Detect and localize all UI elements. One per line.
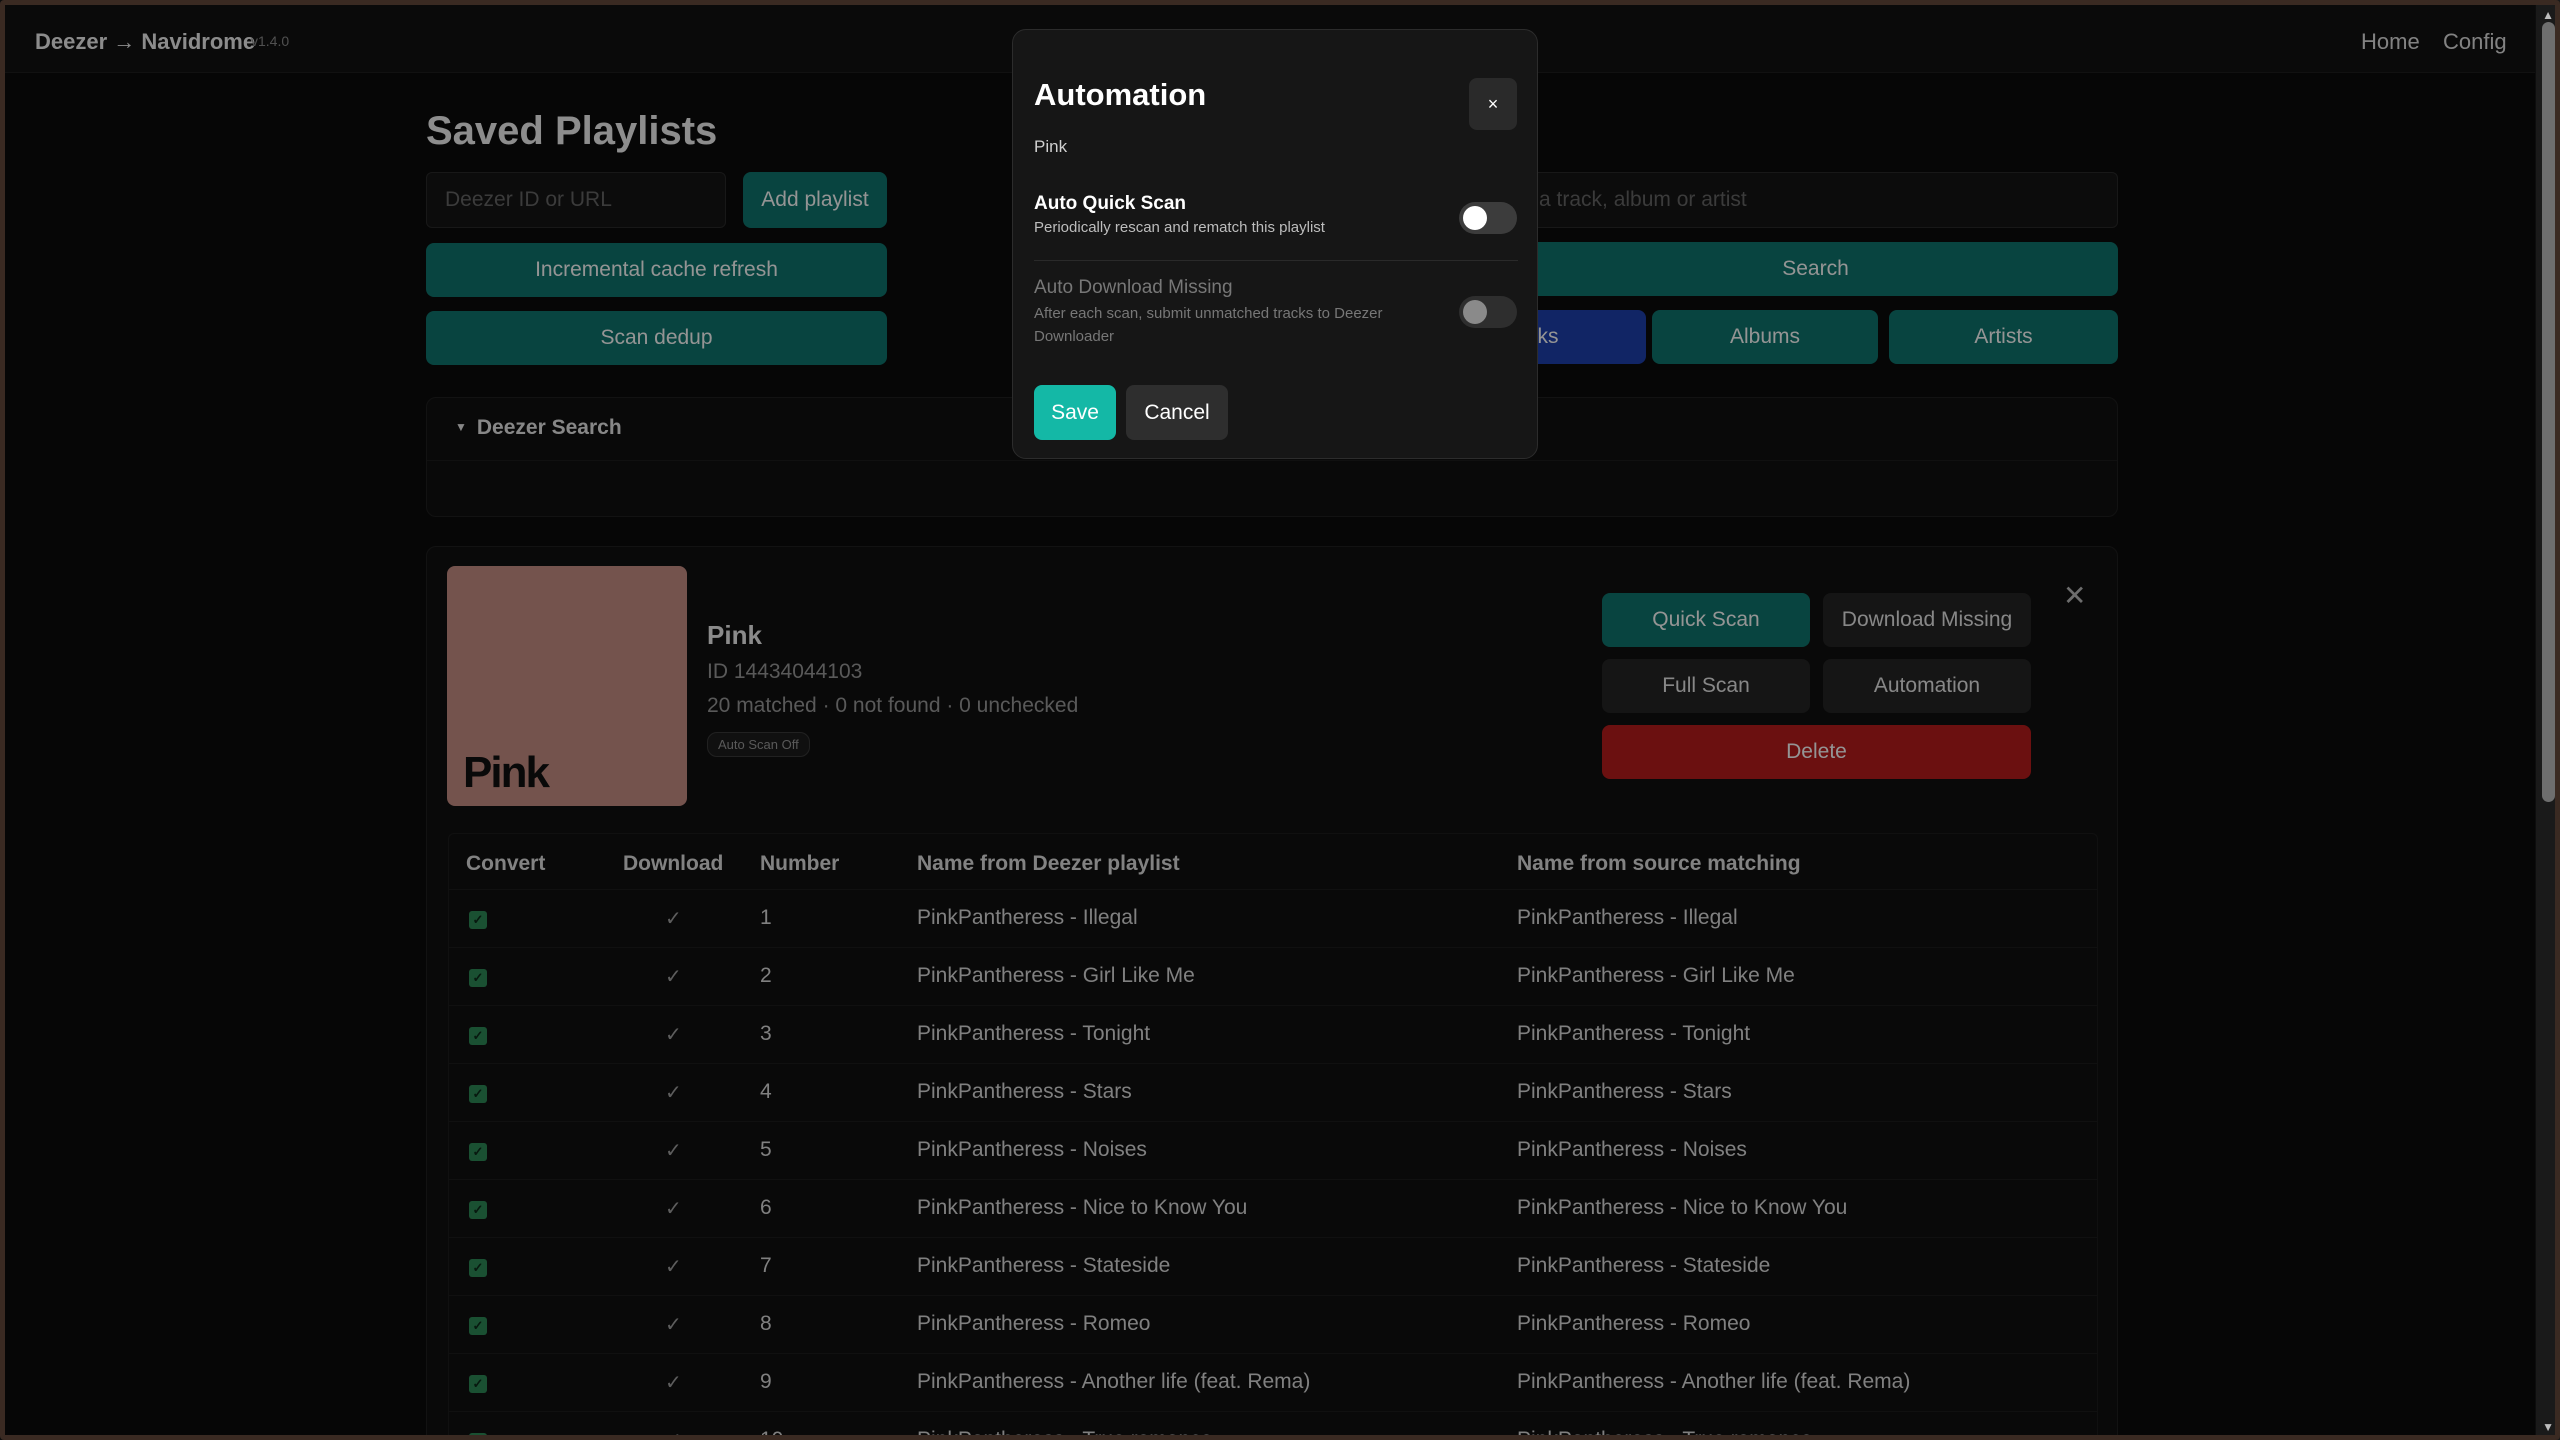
auto-download-missing-toggle[interactable] (1459, 296, 1517, 328)
scrollbar-thumb[interactable] (2542, 22, 2555, 802)
auto-download-missing-title: Auto Download Missing (1034, 277, 1233, 298)
modal-close-button[interactable]: × (1469, 78, 1517, 130)
cancel-button[interactable]: Cancel (1126, 385, 1228, 440)
vertical-scrollbar[interactable]: ▲ ▼ (2536, 0, 2560, 1440)
modal-title: Automation (1034, 77, 1207, 112)
auto-quick-scan-desc: Periodically rescan and rematch this pla… (1034, 219, 1325, 236)
scroll-down-icon[interactable]: ▼ (2542, 1420, 2554, 1434)
automation-modal: Automation × Pink Auto Quick Scan Period… (1012, 29, 1538, 459)
modal-playlist-name: Pink (1034, 137, 1068, 156)
app-page: Deezer → Navidrome v1.4.0 Home Config Sa… (5, 5, 2535, 1435)
toggle-knob (1463, 300, 1487, 324)
save-button[interactable]: Save (1034, 385, 1116, 440)
toggle-knob (1463, 206, 1487, 230)
divider (1034, 260, 1518, 261)
auto-quick-scan-title: Auto Quick Scan (1034, 193, 1187, 214)
auto-quick-scan-toggle[interactable] (1459, 202, 1517, 234)
scroll-up-icon[interactable]: ▲ (2542, 8, 2554, 22)
auto-download-missing-desc: After each scan, submit unmatched tracks… (1034, 305, 1383, 345)
